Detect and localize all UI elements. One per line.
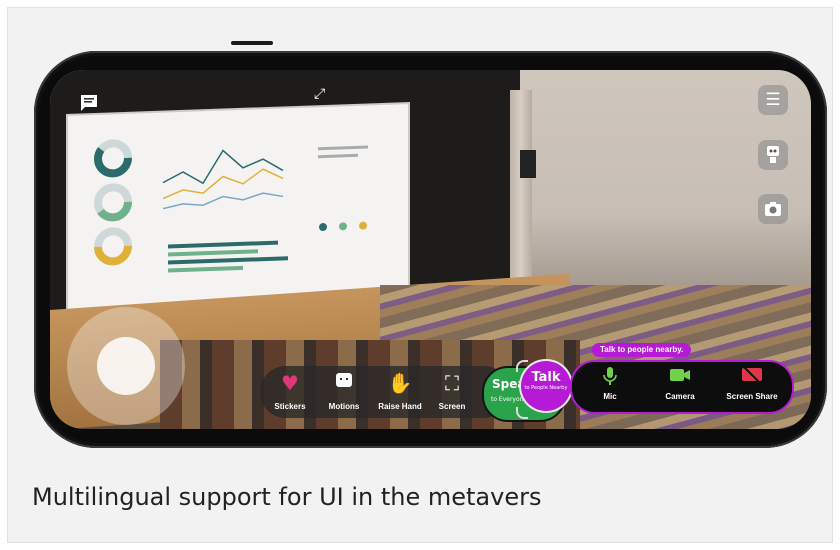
caption: Multilingual support for UI in the metav… bbox=[32, 483, 542, 511]
motions-icon bbox=[316, 370, 372, 396]
metaverse-screen[interactable]: ⤢ ☰ ♥ Stickers Motions ✋ Raise Hand ⛶ Sc… bbox=[50, 70, 811, 429]
bar-1 bbox=[168, 240, 278, 249]
talk-sub: to People Nearby bbox=[524, 385, 568, 391]
phone-top-button bbox=[231, 41, 273, 45]
mic-button[interactable]: Mic bbox=[580, 366, 640, 401]
talk-label: Talk bbox=[531, 370, 561, 385]
bar-2 bbox=[168, 249, 258, 257]
joystick-knob[interactable] bbox=[97, 337, 155, 395]
hand-icon: ✋ bbox=[387, 371, 413, 395]
screen-button[interactable]: ⛶ Screen bbox=[424, 370, 480, 411]
legend-dot bbox=[359, 221, 367, 230]
legend-dot bbox=[339, 222, 347, 231]
bar-4 bbox=[168, 265, 243, 273]
legend-dot bbox=[319, 223, 327, 232]
fullscreen-icon: ⛶ bbox=[445, 371, 459, 395]
expand-icon[interactable]: ⤢ bbox=[314, 86, 325, 102]
stickers-button[interactable]: ♥ Stickers bbox=[262, 370, 318, 411]
mic-icon bbox=[580, 366, 640, 390]
card: ⤢ ☰ ♥ Stickers Motions ✋ Raise Hand ⛶ Sc… bbox=[7, 7, 833, 543]
motions-label: Motions bbox=[328, 402, 360, 411]
raise-hand-button[interactable]: ✋ Raise Hand bbox=[372, 370, 428, 411]
speaker-box bbox=[520, 150, 536, 178]
raise-hand-label: Raise Hand bbox=[378, 402, 422, 411]
avatar-icon[interactable] bbox=[758, 140, 788, 170]
heart-icon: ♥ bbox=[281, 371, 299, 395]
donut-chart-1 bbox=[94, 139, 132, 178]
screen-share-button[interactable]: Screen Share bbox=[722, 366, 782, 401]
joystick[interactable] bbox=[67, 307, 185, 425]
mic-label: Mic bbox=[603, 392, 617, 401]
screen-share-label: Screen Share bbox=[726, 392, 778, 401]
text-lines bbox=[318, 153, 358, 159]
camera-label: Camera bbox=[665, 392, 695, 401]
video-camera-icon bbox=[650, 366, 710, 390]
media-toolbar: Mic Camera Screen Share bbox=[570, 360, 794, 414]
line-series-3 bbox=[162, 192, 284, 210]
talk-nearby-banner: Talk to people nearby. bbox=[592, 343, 692, 357]
motions-button[interactable]: Motions bbox=[316, 370, 372, 411]
screen-label: Screen bbox=[438, 402, 466, 411]
screen-share-off-icon bbox=[722, 366, 782, 390]
camera-snapshot-icon[interactable] bbox=[758, 194, 788, 224]
line-series-1 bbox=[162, 149, 284, 185]
donut-chart-2 bbox=[94, 183, 132, 222]
donut-chart-3 bbox=[94, 227, 132, 266]
menu-icon[interactable]: ☰ bbox=[758, 85, 788, 115]
camera-button[interactable]: Camera bbox=[650, 366, 710, 401]
action-toolbar: ♥ Stickers Motions ✋ Raise Hand ⛶ Screen bbox=[260, 366, 510, 418]
text-lines bbox=[318, 145, 368, 151]
stickers-label: Stickers bbox=[274, 402, 306, 411]
bar-3 bbox=[168, 256, 288, 265]
speak-sub: to Everyone bbox=[491, 396, 528, 403]
chat-icon[interactable] bbox=[74, 88, 104, 118]
talk-button[interactable]: Talk to People Nearby bbox=[521, 361, 571, 411]
